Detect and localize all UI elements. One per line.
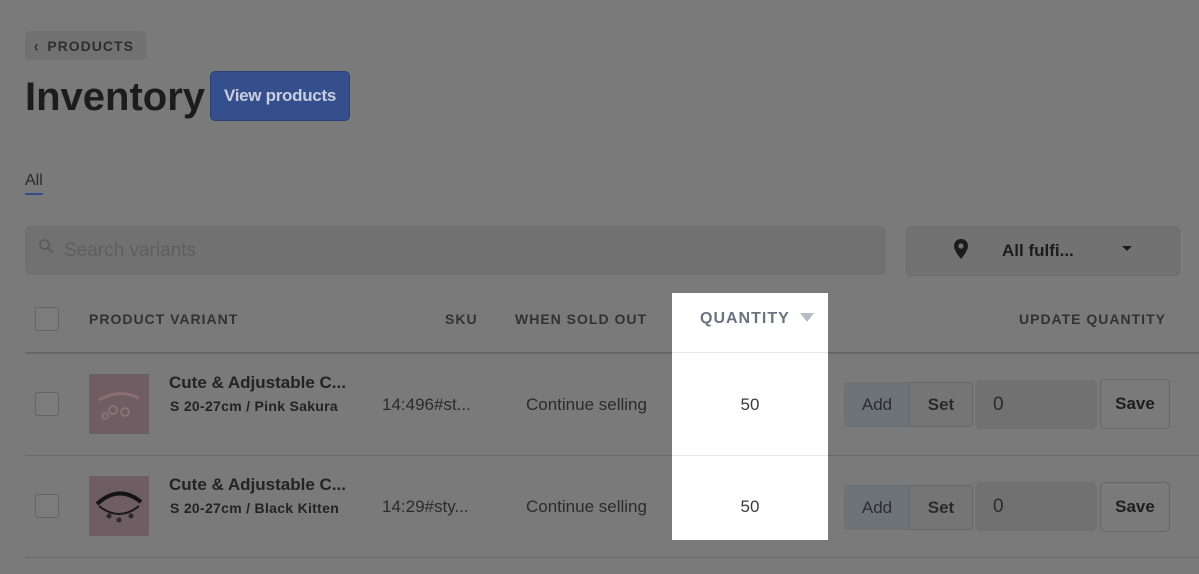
when-sold-out-value: Continue selling bbox=[526, 497, 647, 516]
breadcrumb-products[interactable]: ‹ PRODUCTS bbox=[25, 31, 146, 60]
quantity-value: 50 bbox=[740, 497, 760, 516]
tab-all[interactable]: All bbox=[25, 172, 43, 195]
quantity-header-divider bbox=[672, 352, 828, 353]
row-checkbox[interactable] bbox=[35, 494, 59, 518]
save-button[interactable]: Save bbox=[1100, 482, 1170, 532]
header-quantity[interactable]: QUANTITY bbox=[700, 310, 790, 328]
sku-value: 14:29#sty... bbox=[382, 497, 469, 516]
product-name[interactable]: Cute & Adjustable C... bbox=[169, 373, 346, 393]
location-filter-label: All fulfi... bbox=[1002, 241, 1074, 260]
breadcrumb-label: PRODUCTS bbox=[47, 37, 134, 54]
product-name[interactable]: Cute & Adjustable C... bbox=[169, 475, 346, 495]
header-divider bbox=[25, 352, 1199, 354]
update-quantity-input[interactable] bbox=[975, 482, 1097, 531]
row-divider bbox=[25, 557, 1199, 558]
product-thumbnail[interactable] bbox=[89, 374, 149, 434]
page-title: Inventory bbox=[25, 75, 206, 119]
location-filter-dropdown[interactable]: All fulfi... bbox=[906, 226, 1180, 276]
bracelet-image bbox=[89, 374, 149, 434]
set-button[interactable]: Set bbox=[909, 382, 973, 427]
add-button[interactable]: Add bbox=[844, 382, 910, 427]
header-when-sold-out[interactable]: WHEN SOLD OUT bbox=[515, 311, 647, 327]
location-pin-icon bbox=[954, 239, 968, 259]
bracelet-image bbox=[89, 476, 149, 536]
save-button[interactable]: Save bbox=[1100, 379, 1170, 429]
update-quantity-input[interactable] bbox=[975, 380, 1097, 429]
quantity-row-divider bbox=[672, 455, 828, 456]
search-bar bbox=[25, 226, 886, 275]
product-thumbnail[interactable] bbox=[89, 476, 149, 536]
caret-down-icon bbox=[1122, 246, 1132, 251]
quantity-value: 50 bbox=[740, 395, 760, 414]
set-button[interactable]: Set bbox=[909, 485, 973, 530]
quantity-column-highlight: QUANTITY 50 50 bbox=[672, 293, 828, 540]
header-update-quantity: UPDATE QUANTITY bbox=[1019, 311, 1166, 327]
row-divider bbox=[25, 455, 1199, 456]
search-icon bbox=[39, 239, 53, 253]
row-checkbox[interactable] bbox=[35, 392, 59, 416]
product-variant: S 20-27cm / Black Kitten bbox=[170, 500, 340, 516]
chevron-left-icon: ‹ bbox=[34, 35, 40, 56]
header-product-variant[interactable]: PRODUCT VARIANT bbox=[89, 311, 238, 327]
when-sold-out-value: Continue selling bbox=[526, 395, 647, 414]
search-input[interactable] bbox=[64, 226, 864, 275]
sku-value: 14:496#st... bbox=[382, 395, 471, 414]
inventory-page: ‹ PRODUCTS Inventory View products All A… bbox=[0, 0, 1199, 574]
select-all-checkbox[interactable] bbox=[35, 307, 59, 331]
sort-descending-icon[interactable] bbox=[800, 313, 814, 322]
view-products-button[interactable]: View products bbox=[210, 71, 350, 121]
add-button[interactable]: Add bbox=[844, 485, 910, 530]
product-variant: S 20-27cm / Pink Sakura bbox=[170, 398, 338, 414]
header-sku[interactable]: SKU bbox=[445, 311, 478, 327]
